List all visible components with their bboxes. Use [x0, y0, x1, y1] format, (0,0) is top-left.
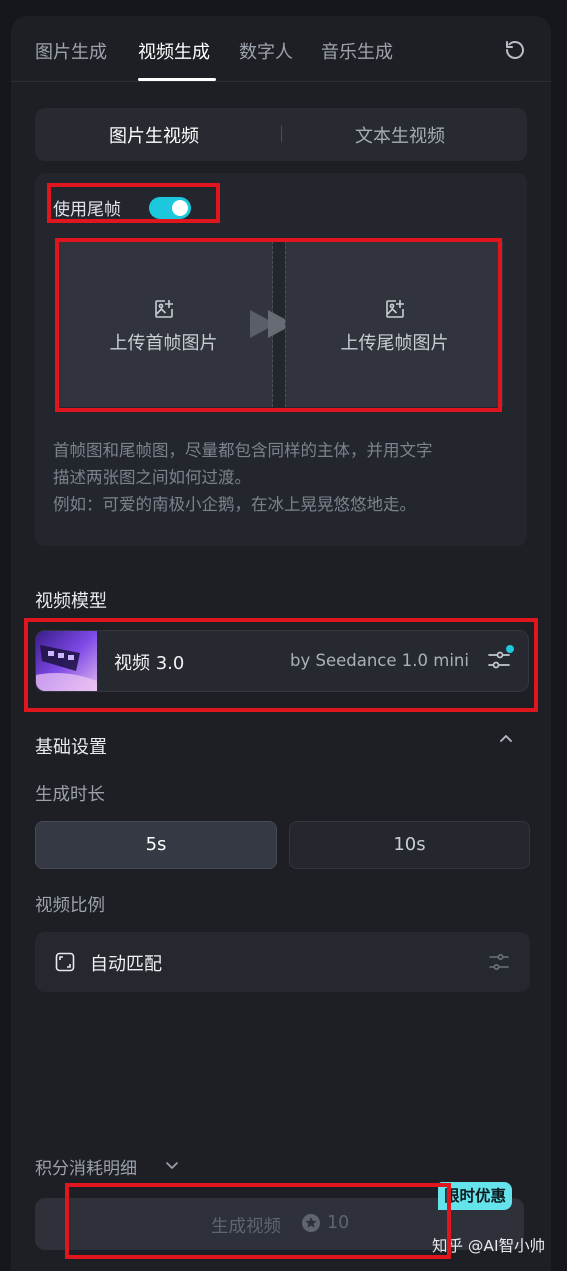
ratio-selector[interactable]: 自动匹配: [35, 932, 530, 992]
tab-digital-human[interactable]: 数字人: [239, 38, 293, 64]
mode-switch: 图片生视频 文本生视频: [35, 108, 527, 161]
credits-detail-toggle[interactable]: 积分消耗明细: [35, 1154, 137, 1179]
top-tabs: 图片生成 视频生成 数字人 音乐生成: [11, 16, 551, 82]
refresh-icon[interactable]: [503, 38, 527, 62]
video-generation-panel: 图片生成 视频生成 数字人 音乐生成 图片生视频 文本生视频 使用尾帧 上传首帧…: [11, 16, 551, 1271]
watermark: 知乎 @AI智小帅: [432, 1237, 546, 1255]
chevron-down-icon[interactable]: [164, 1157, 180, 1173]
last-frame-upload-label: 上传尾帧图片: [340, 333, 449, 354]
tab-image-generation[interactable]: 图片生成: [35, 38, 107, 64]
duration-5s-button[interactable]: 5s: [35, 821, 277, 869]
chevron-up-icon[interactable]: [497, 730, 515, 748]
notification-dot: [506, 645, 514, 653]
upload-hint: 首帧图和尾帧图，尽量都包含同样的主体，并用文字 描述两张图之间如何过渡。 例如：…: [53, 437, 513, 518]
aspect-ratio-icon: [55, 952, 75, 972]
hint-line: 描述两张图之间如何过渡。: [53, 468, 251, 487]
tab-video-generation[interactable]: 视频生成: [138, 38, 210, 64]
tail-frame-toggle[interactable]: [149, 197, 191, 219]
model-name: 视频 3.0: [114, 653, 185, 674]
last-frame-upload[interactable]: 上传尾帧图片: [285, 241, 503, 407]
first-frame-upload-label: 上传首帧图片: [109, 333, 218, 354]
model-heading: 视频模型: [35, 591, 107, 612]
model-selector[interactable]: 视频 3.0 by Seedance 1.0 mini: [35, 630, 529, 692]
generate-cost: 10: [327, 1213, 350, 1233]
first-frame-upload[interactable]: 上传首帧图片: [55, 241, 273, 407]
active-tab-indicator: [138, 78, 216, 81]
settings-sliders-icon[interactable]: [487, 950, 511, 974]
basic-settings-heading: 基础设置: [35, 737, 107, 758]
frame-upload-card: 使用尾帧 上传首帧图片 上传尾帧图片 首帧图和尾帧图，尽量都包含同样的主体，并用…: [35, 173, 527, 546]
add-image-icon: [155, 300, 173, 318]
generate-label: 生成视频: [211, 1217, 281, 1237]
mode-image-to-video[interactable]: 图片生视频: [109, 122, 199, 148]
mode-divider: [281, 126, 282, 142]
duration-10s-button[interactable]: 10s: [289, 821, 530, 869]
hint-line: 例如：可爱的南极小企鹅，在冰上晃晃悠悠地走。: [53, 495, 416, 514]
hint-line: 首帧图和尾帧图，尽量都包含同样的主体，并用文字: [53, 441, 433, 460]
mode-text-to-video[interactable]: 文本生视频: [355, 122, 445, 148]
ratio-label: 视频比例: [35, 896, 105, 916]
promo-badge: 限时优惠: [438, 1182, 513, 1210]
add-image-icon: [386, 300, 404, 318]
model-thumbnail: [36, 631, 97, 691]
tail-frame-label: 使用尾帧: [53, 200, 121, 220]
credit-coin-icon: [302, 1214, 320, 1232]
duration-label: 生成时长: [35, 785, 105, 805]
ratio-value: 自动匹配: [90, 954, 162, 975]
toggle-knob: [172, 200, 188, 216]
model-provider: by Seedance 1.0 mini: [290, 651, 469, 670]
tab-music-generation[interactable]: 音乐生成: [321, 38, 393, 64]
